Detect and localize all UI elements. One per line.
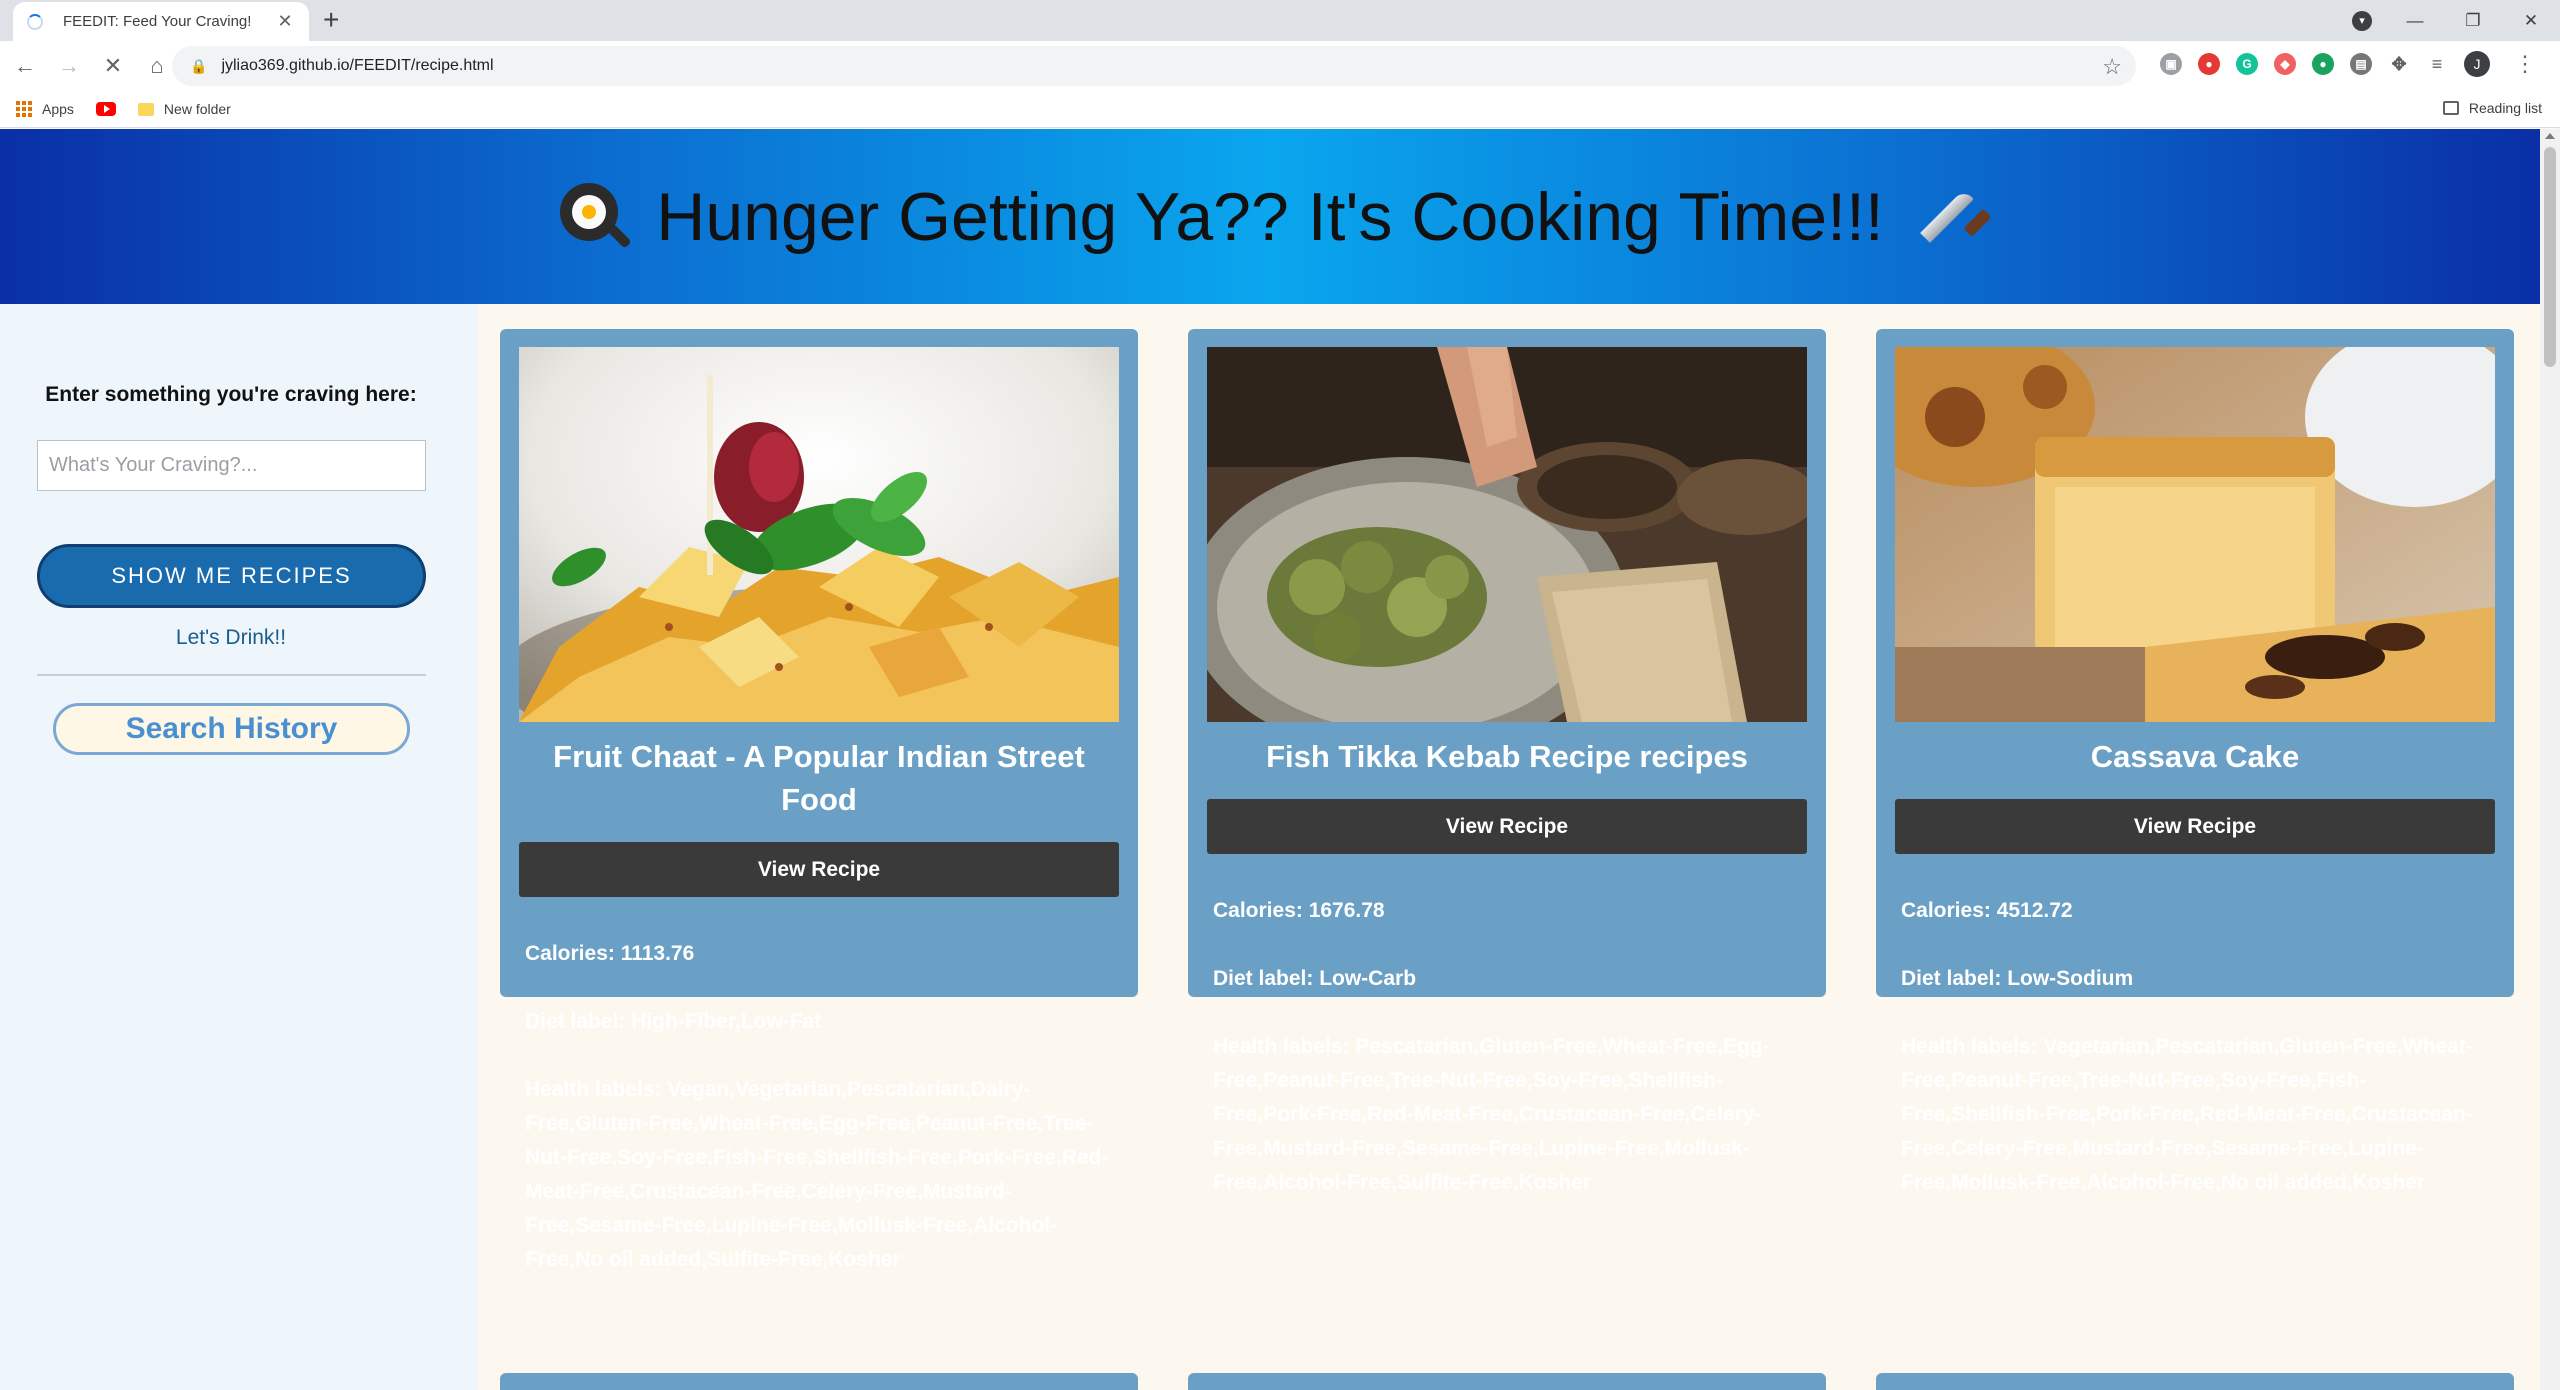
reading-list-button[interactable]: Reading list xyxy=(2442,100,2542,116)
recipe-calories: Calories: 4512.72 xyxy=(1901,899,2073,922)
recipe-card: Fish Tikka Kebab Recipe recipes View Rec… xyxy=(1188,329,1826,1194)
show-recipes-button[interactable]: SHOW ME RECIPES xyxy=(37,544,426,608)
frying-pan-icon xyxy=(558,181,632,253)
recipe-image xyxy=(1207,347,1807,722)
reload-icon[interactable]: ✕ xyxy=(94,47,132,85)
restore-icon[interactable]: ❐ xyxy=(2444,11,2502,31)
view-recipe-button[interactable]: View Recipe xyxy=(1207,799,1807,854)
scroll-up-icon[interactable] xyxy=(2545,133,2555,139)
browser-tab[interactable]: FEEDIT: Feed Your Craving! ✕ xyxy=(13,2,309,41)
forward-icon[interactable]: → xyxy=(50,47,88,85)
grammarly-icon[interactable]: G xyxy=(2236,53,2258,75)
recipe-diet-label: Diet label: High-Fiber,Low-Fat xyxy=(525,1010,822,1033)
bookmarks-bar: Apps New folder Reading list xyxy=(0,91,2560,128)
tab-strip: FEEDIT: Feed Your Craving! ✕ + ▾ — ❐ ✕ xyxy=(0,0,2560,41)
bookmark-new-folder[interactable]: New folder xyxy=(137,101,231,117)
scrollbar-thumb[interactable] xyxy=(2544,147,2556,367)
recipe-results: Fruit Chaat - A Popular Indian Street Fo… xyxy=(478,304,2540,1390)
reading-list-icon xyxy=(2442,101,2459,115)
avatar[interactable]: J xyxy=(2464,51,2490,77)
recipe-title: Fish Tikka Kebab Recipe recipes xyxy=(1266,739,1748,774)
extension-icon[interactable]: ▣ xyxy=(2160,53,2182,75)
recipe-calories: Calories: 1113.76 xyxy=(525,942,695,965)
apps-icon xyxy=(16,101,32,117)
page-title-row: Hunger Getting Ya?? It's Cooking Time!!! xyxy=(558,178,1992,256)
divider xyxy=(37,674,426,676)
recipe-title: Cassava Cake xyxy=(2090,739,2300,774)
recipe-card xyxy=(1876,1373,2514,1390)
recipe-diet-label: Diet label: Low-Carb xyxy=(1213,967,1417,990)
bookmark-apps[interactable]: Apps xyxy=(16,101,74,117)
address-bar[interactable]: 🔒 jyliao369.github.io/FEEDIT/recipe.html… xyxy=(172,46,2136,86)
pdf-icon[interactable]: ▤ xyxy=(2350,53,2372,75)
extension-icon[interactable]: ● xyxy=(2198,53,2220,75)
recipe-health-labels: Health labels: Pescatarian,Gluten-Free,W… xyxy=(1213,1035,1770,1194)
recipe-details: Calories: 4512.72 Diet label: Low-Sodium… xyxy=(1901,894,2491,1234)
recipe-health-labels: Health labels: Vegan,Vegetarian,Pescatar… xyxy=(525,1078,1109,1271)
spinner-icon xyxy=(27,13,43,30)
recipe-card: Fruit Chaat - A Popular Indian Street Fo… xyxy=(500,329,1138,1271)
lock-icon: 🔒 xyxy=(190,57,208,74)
window-controls: ▾ — ❐ ✕ xyxy=(2352,0,2560,41)
bookmark-label: New folder xyxy=(163,101,231,117)
browser-toolbar: ← → ✕ ⌂ 🔒 jyliao369.github.io/FEEDIT/rec… xyxy=(0,41,2560,91)
drink-link[interactable]: Let's Drink!! xyxy=(0,626,462,650)
page-title: Hunger Getting Ya?? It's Cooking Time!!! xyxy=(656,178,1884,255)
reading-list-label: Reading list xyxy=(2468,100,2542,116)
back-icon[interactable]: ← xyxy=(6,47,44,85)
media-icon[interactable]: ≡ xyxy=(2426,53,2448,75)
search-sidebar: Enter something you're craving here: SHO… xyxy=(0,304,478,1390)
new-tab-icon[interactable]: + xyxy=(323,6,339,34)
view-recipe-button[interactable]: View Recipe xyxy=(519,842,1119,897)
recipe-card xyxy=(500,1373,1138,1390)
page-header: Hunger Getting Ya?? It's Cooking Time!!! xyxy=(0,129,2540,304)
search-history-button[interactable]: Search History xyxy=(53,703,410,755)
bookmark-label: Apps xyxy=(42,101,74,117)
tab-title: FEEDIT: Feed Your Craving! xyxy=(63,13,252,30)
recipe-card: Cassava Cake View Recipe Calories: 4512.… xyxy=(1876,329,2514,1194)
folder-icon xyxy=(137,102,154,116)
search-prompt-label: Enter something you're craving here: xyxy=(45,383,417,406)
search-input[interactable] xyxy=(37,440,426,491)
recipe-card xyxy=(1188,1373,1826,1390)
close-icon[interactable]: ✕ xyxy=(275,11,295,32)
recipe-image xyxy=(1895,347,2495,722)
bookmark-youtube[interactable] xyxy=(95,102,116,116)
puzzle-icon[interactable]: ✥ xyxy=(2388,53,2410,75)
recipe-health-labels: Health labels: Vegetarian,Pescatarian,Gl… xyxy=(1901,1035,2473,1194)
url-text: jyliao369.github.io/FEEDIT/recipe.html xyxy=(221,57,494,74)
knife-icon xyxy=(1910,181,1992,253)
extension-icon[interactable]: ● xyxy=(2312,53,2334,75)
page-scrollbar[interactable] xyxy=(2540,129,2560,1390)
recipe-title: Fruit Chaat - A Popular Indian Street Fo… xyxy=(553,739,1085,817)
view-recipe-button[interactable]: View Recipe xyxy=(1895,799,2495,854)
menu-icon[interactable]: ⋮ xyxy=(2514,51,2536,77)
star-icon[interactable]: ☆ xyxy=(2102,54,2122,80)
minimize-icon[interactable]: — xyxy=(2386,11,2444,31)
recipe-details: Calories: 1113.76 Diet label: High-Fiber… xyxy=(525,937,1115,1311)
home-icon[interactable]: ⌂ xyxy=(138,47,176,85)
youtube-icon xyxy=(95,102,116,116)
recipe-calories: Calories: 1676.78 xyxy=(1213,899,1385,922)
chevron-down-icon[interactable]: ▾ xyxy=(2352,10,2372,31)
recipe-diet-label: Diet label: Low-Sodium xyxy=(1901,967,2134,990)
recipe-details: Calories: 1676.78 Diet label: Low-Carb H… xyxy=(1213,894,1803,1234)
extension-icon[interactable]: ◆ xyxy=(2274,53,2296,75)
recipe-image xyxy=(519,347,1119,722)
close-window-icon[interactable]: ✕ xyxy=(2502,11,2560,31)
extensions-bar: ▣ ● G ◆ ● ▤ ✥ ≡ J ⋮ xyxy=(2160,51,2536,77)
